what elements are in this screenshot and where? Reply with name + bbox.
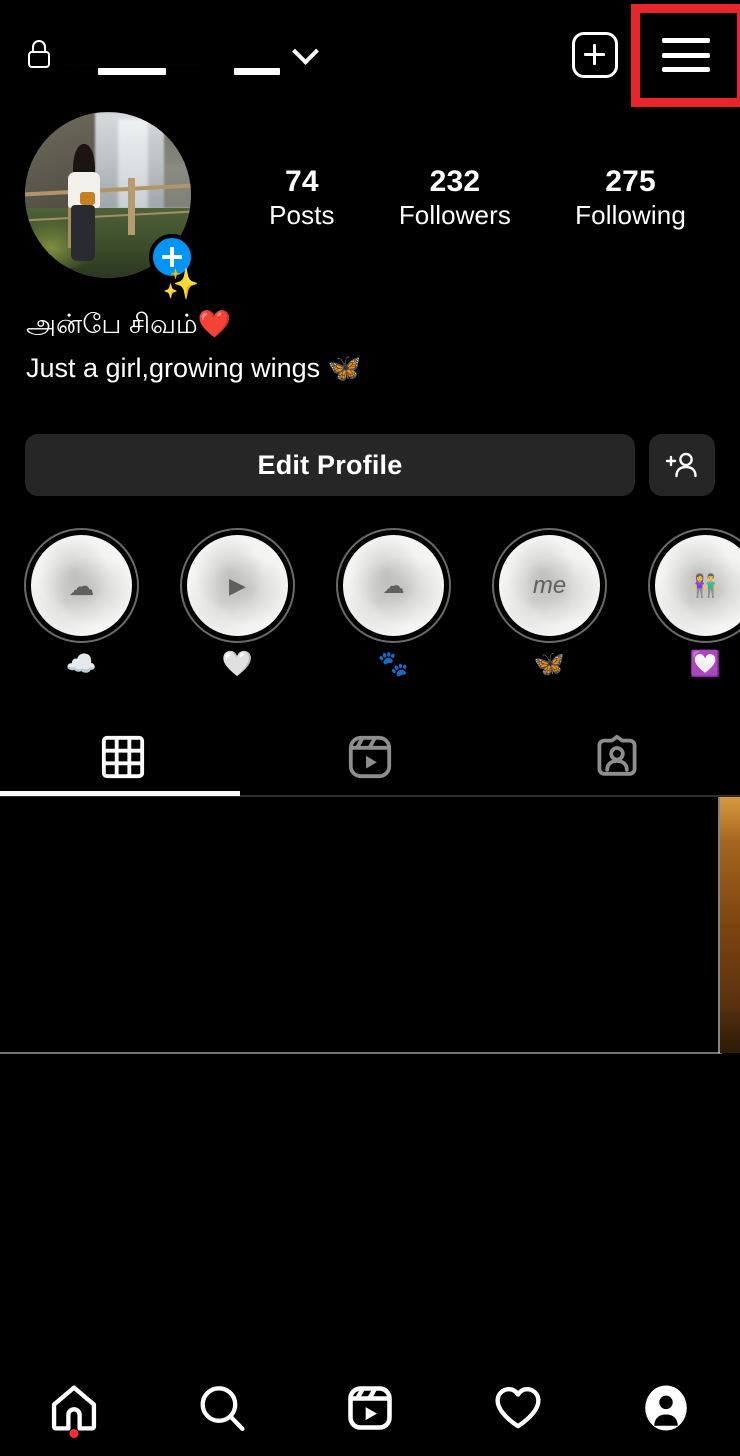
highlight-cover-glyph: ☁: [68, 570, 95, 601]
profile-bio: ✨ அன்பே சிவம்❤️ Just a girl,growing wing…: [26, 270, 586, 390]
profile-header: 74 Posts 232 Followers 275 Following: [0, 112, 740, 292]
tab-tagged[interactable]: [493, 718, 740, 796]
highlight-ring: ☁: [24, 528, 139, 643]
highlight-ring: 👫: [648, 528, 740, 643]
avatar-wrapper[interactable]: [25, 112, 195, 280]
tab-reels[interactable]: [247, 718, 494, 796]
bio-line-2: Just a girl,growing wings 🦋: [26, 353, 362, 383]
post-thumbnail-partial[interactable]: [720, 797, 740, 1053]
tab-grid[interactable]: [0, 718, 247, 796]
home-icon: [51, 1385, 97, 1431]
reels-icon: [348, 735, 392, 779]
edit-profile-button[interactable]: Edit Profile: [25, 434, 635, 496]
grid-icon: [102, 735, 145, 779]
bio-line-1-wrapper: ✨ அன்பே சிவம்❤️: [26, 270, 586, 346]
post-divider: [0, 1052, 722, 1054]
profile-stats: 74 Posts 232 Followers 275 Following: [191, 164, 740, 232]
redaction-bar: [98, 68, 166, 75]
stat-posts[interactable]: 74 Posts: [269, 164, 335, 232]
highlight-item[interactable]: ☁ ☁️: [24, 528, 139, 693]
nav-profile[interactable]: [592, 1360, 740, 1456]
search-icon: [200, 1386, 245, 1431]
hamburger-menu-button[interactable]: [662, 38, 710, 72]
highlight-label: 🤍: [221, 650, 254, 678]
highlight-ring: ▶: [180, 528, 295, 643]
highlight-item[interactable]: 👫 💟: [648, 528, 740, 693]
highlight-cover: ☁: [343, 535, 444, 636]
home-notification-dot: [69, 1429, 79, 1438]
username-area[interactable]: ________: [26, 32, 319, 78]
sparkle-emoji: ✨: [162, 268, 200, 301]
highlight-cover: me: [499, 535, 600, 636]
nav-search[interactable]: [148, 1360, 296, 1456]
posts-count: 74: [284, 165, 319, 198]
highlight-item[interactable]: ▶ 🤍: [180, 528, 295, 693]
story-highlights: ☁ ☁️ ▶ 🤍 ☁ 🐾 me 🦋 👫 💟: [0, 528, 740, 693]
highlight-cover-glyph: ▶: [229, 572, 246, 598]
heart-icon: [495, 1386, 541, 1429]
active-tab-underline: [0, 791, 240, 796]
nav-activity[interactable]: [444, 1360, 592, 1456]
avatar-icon: [645, 1385, 687, 1431]
bio-line-1: அன்பே சிவம்❤️: [26, 309, 232, 339]
instagram-profile-screen: ________ 74 Posts 232 Followers 275 Foll…: [0, 0, 740, 1456]
highlight-cover: ☁: [31, 535, 132, 636]
top-bar-actions: [572, 32, 710, 78]
bottom-navigation: [0, 1360, 740, 1456]
profile-tabs: [0, 718, 740, 796]
add-person-button[interactable]: [649, 434, 715, 496]
new-post-button[interactable]: [572, 32, 618, 78]
highlight-ring: me: [492, 528, 607, 643]
person-add-icon: [665, 452, 697, 478]
chevron-down-icon[interactable]: [292, 37, 319, 65]
highlight-cover-glyph: ☁: [382, 572, 405, 598]
nav-reels[interactable]: [296, 1360, 444, 1456]
redaction-bar: [234, 68, 280, 75]
highlight-cover: 👫: [655, 535, 740, 636]
username-text: ________: [62, 34, 203, 69]
highlight-item[interactable]: me 🦋: [492, 528, 607, 693]
stat-followers[interactable]: 232 Followers: [399, 164, 511, 232]
highlight-label: 🐾: [377, 650, 410, 678]
highlight-label: 🦋: [533, 650, 566, 678]
followers-count: 232: [429, 165, 481, 198]
stat-following[interactable]: 275 Following: [575, 164, 686, 232]
username-display[interactable]: ________: [62, 32, 280, 78]
highlight-cover-glyph: 👫: [691, 572, 720, 598]
highlight-label: ☁️: [65, 650, 98, 678]
lock-icon: [26, 40, 52, 70]
followers-label: Followers: [398, 200, 511, 231]
following-count: 275: [605, 165, 656, 198]
following-label: Following: [575, 200, 686, 231]
highlight-label: 💟: [689, 650, 722, 678]
reels-icon: [348, 1386, 392, 1430]
posts-label: Posts: [269, 200, 335, 231]
highlight-cover-glyph: me: [532, 571, 567, 599]
tagged-icon: [597, 734, 637, 776]
highlight-cover: ▶: [187, 535, 288, 636]
posts-grid: [0, 797, 740, 1357]
nav-home[interactable]: [0, 1360, 148, 1456]
highlight-item[interactable]: ☁ 🐾: [336, 528, 451, 693]
highlight-ring: ☁: [336, 528, 451, 643]
top-bar: ________: [0, 0, 740, 110]
profile-actions: Edit Profile: [25, 434, 715, 496]
